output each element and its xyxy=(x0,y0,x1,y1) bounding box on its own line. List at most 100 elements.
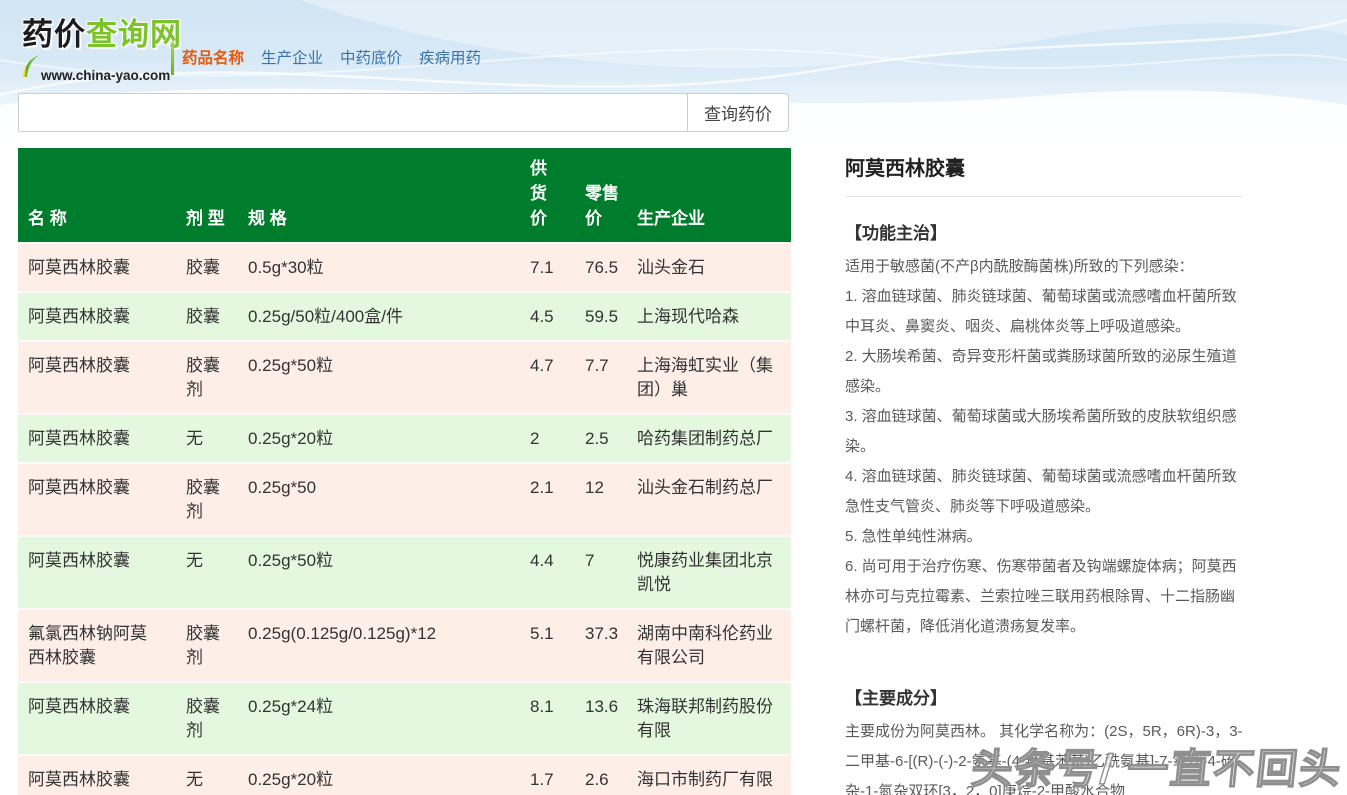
cell-supply-price: 4.5 xyxy=(530,293,585,340)
table-row: 阿莫西林胶囊 无 0.25g*50粒 4.4 7 悦康药业集团北京凯悦 xyxy=(18,535,791,608)
col-header-form: 剂 型 xyxy=(186,206,248,231)
main-nav: 药品名称 生产企业 中药底价 疾病用药 xyxy=(182,46,481,68)
cell-form: 胶囊剂 xyxy=(186,342,248,413)
search-bar: 查询药价 xyxy=(18,93,790,132)
cell-form: 胶囊剂 xyxy=(186,683,248,754)
section-heading-ingredients: 【主要成分】 xyxy=(845,684,1243,709)
cell-manufacturer: 哈药集团制药总厂 xyxy=(637,415,791,462)
cell-spec: 0.25g*20粒 xyxy=(248,756,530,795)
cell-manufacturer: 珠海联邦制药股份有限 xyxy=(637,683,791,754)
drug-detail-panel: 阿莫西林胶囊 【功能主治】 适用于敏感菌(不产β内酰胺酶菌株)所致的下列感染： … xyxy=(845,152,1243,795)
cell-form: 无 xyxy=(186,415,248,462)
cell-retail-price: 13.6 xyxy=(585,683,637,754)
table-row: 阿莫西林胶囊 无 0.25g*20粒 1.7 2.6 海口市制药厂有限公司 xyxy=(18,754,791,795)
cell-retail-price: 37.3 xyxy=(585,610,637,681)
cell-form: 无 xyxy=(186,537,248,608)
cell-supply-price: 8.1 xyxy=(530,683,585,754)
cell-drug-name: 阿莫西林胶囊 xyxy=(18,415,186,462)
cell-supply-price: 4.7 xyxy=(530,342,585,413)
cell-retail-price: 2.6 xyxy=(585,756,637,795)
logo-text-black: 药价 xyxy=(22,17,86,52)
cell-drug-name: 氟氯西林钠阿莫西林胶囊 xyxy=(18,610,186,681)
cell-supply-price: 5.1 xyxy=(530,610,585,681)
cell-form: 胶囊剂 xyxy=(186,464,248,535)
cell-drug-name: 阿莫西林胶囊 xyxy=(18,537,186,608)
site-logo-url-row: www.china-yao.com xyxy=(22,54,182,83)
cell-manufacturer: 汕头金石制药总厂 xyxy=(637,464,791,535)
cell-form: 胶囊剂 xyxy=(186,610,248,681)
cell-retail-price: 12 xyxy=(585,464,637,535)
cell-spec: 0.5g*30粒 xyxy=(248,244,530,291)
indications-intro: 适用于敏感菌(不产β内酰胺酶菌株)所致的下列感染： xyxy=(845,252,1243,282)
cell-manufacturer: 悦康药业集团北京凯悦 xyxy=(637,537,791,608)
col-header-supply-price: 供货价 xyxy=(530,156,585,231)
cell-retail-price: 59.5 xyxy=(585,293,637,340)
search-button[interactable]: 查询药价 xyxy=(687,93,789,132)
site-logo-url: www.china-yao.com xyxy=(41,68,170,83)
cell-supply-price: 7.1 xyxy=(530,244,585,291)
logo-swoosh-icon xyxy=(22,54,40,83)
indications-item-4: 4. 溶血链球菌、肺炎链球菌、葡萄球菌或流感嗜血杆菌所致急性支气管炎、肺炎等下呼… xyxy=(845,462,1243,522)
cell-drug-name: 阿莫西林胶囊 xyxy=(18,293,186,340)
cell-supply-price: 2.1 xyxy=(530,464,585,535)
nav-item-manufacturer[interactable]: 生产企业 xyxy=(261,46,323,68)
cell-drug-name: 阿莫西林胶囊 xyxy=(18,683,186,754)
cell-drug-name: 阿莫西林胶囊 xyxy=(18,342,186,413)
cell-spec: 0.25g*24粒 xyxy=(248,683,530,754)
cell-spec: 0.25g*50粒 xyxy=(248,537,530,608)
table-row: 阿莫西林胶囊 胶囊剂 0.25g*24粒 8.1 13.6 珠海联邦制药股份有限 xyxy=(18,681,791,754)
table-row: 阿莫西林胶囊 胶囊 0.5g*30粒 7.1 76.5 汕头金石 xyxy=(18,242,791,291)
cell-spec: 0.25g*20粒 xyxy=(248,415,530,462)
nav-item-tcm-base-price[interactable]: 中药底价 xyxy=(340,46,402,68)
indications-item-1: 1. 溶血链球菌、肺炎链球菌、葡萄球菌或流感嗜血杆菌所致中耳炎、鼻窦炎、咽炎、扁… xyxy=(845,282,1243,342)
indications-item-2: 2. 大肠埃希菌、奇异变形杆菌或粪肠球菌所致的泌尿生殖道感染。 xyxy=(845,342,1243,402)
table-row: 氟氯西林钠阿莫西林胶囊 胶囊剂 0.25g(0.125g/0.125g)*12 … xyxy=(18,608,791,681)
table-header-row: 名 称 剂 型 规 格 供货价 零售价 生产企业 xyxy=(18,148,791,242)
table-row: 阿莫西林胶囊 胶囊剂 0.25g*50 2.1 12 汕头金石制药总厂 xyxy=(18,462,791,535)
cell-supply-price: 4.4 xyxy=(530,537,585,608)
cell-manufacturer: 海口市制药厂有限公司 xyxy=(637,756,791,795)
cell-retail-price: 7.7 xyxy=(585,342,637,413)
cell-supply-price: 1.7 xyxy=(530,756,585,795)
table-row: 阿莫西林胶囊 胶囊剂 0.25g*50粒 4.7 7.7 上海海虹实业（集团）巢 xyxy=(18,340,791,413)
cell-retail-price: 76.5 xyxy=(585,244,637,291)
cell-spec: 0.25g*50粒 xyxy=(248,342,530,413)
cell-form: 胶囊 xyxy=(186,293,248,340)
cell-manufacturer: 上海海虹实业（集团）巢 xyxy=(637,342,791,413)
col-header-name: 名 称 xyxy=(18,206,186,231)
site-logo-title: 药价查询网 xyxy=(22,18,182,52)
indications-item-5: 5. 急性单纯性淋病。 xyxy=(845,522,1243,552)
section-heading-indications: 【功能主治】 xyxy=(845,219,1243,244)
cell-manufacturer: 湖南中南科伦药业有限公司 xyxy=(637,610,791,681)
drug-price-table: 名 称 剂 型 规 格 供货价 零售价 生产企业 阿莫西林胶囊 胶囊 0.5g*… xyxy=(18,148,791,795)
table-row: 阿莫西林胶囊 胶囊 0.25g/50粒/400盒/件 4.5 59.5 上海现代… xyxy=(18,291,791,340)
page: 药价查询网 www.china-yao.com 药品名称 生产企业 中药底价 疾… xyxy=(0,0,1347,795)
indications-item-6: 6. 尚可用于治疗伤寒、伤寒带菌者及钩端螺旋体病；阿莫西林亦可与克拉霉素、兰索拉… xyxy=(845,552,1243,642)
col-header-spec: 规 格 xyxy=(248,206,530,231)
nav-item-drug-name[interactable]: 药品名称 xyxy=(182,46,244,68)
cell-retail-price: 2.5 xyxy=(585,415,637,462)
search-input[interactable] xyxy=(18,93,688,132)
cell-manufacturer: 上海现代哈森 xyxy=(637,293,791,340)
logo-nav-divider xyxy=(171,42,174,75)
site-logo[interactable]: 药价查询网 www.china-yao.com xyxy=(22,18,182,83)
cell-drug-name: 阿莫西林胶囊 xyxy=(18,464,186,535)
cell-drug-name: 阿莫西林胶囊 xyxy=(18,756,186,795)
indications-item-3: 3. 溶血链球菌、葡萄球菌或大肠埃希菌所致的皮肤软组织感染。 xyxy=(845,402,1243,462)
cell-spec: 0.25g(0.125g/0.125g)*12 xyxy=(248,610,530,681)
cell-spec: 0.25g/50粒/400盒/件 xyxy=(248,293,530,340)
cell-spec: 0.25g*50 xyxy=(248,464,530,535)
col-header-retail-price: 零售价 xyxy=(585,181,637,231)
logo-text-green: 查询网 xyxy=(86,17,182,52)
drug-detail-title: 阿莫西林胶囊 xyxy=(845,152,1243,197)
cell-supply-price: 2 xyxy=(530,415,585,462)
cell-retail-price: 7 xyxy=(585,537,637,608)
nav-item-disease-medication[interactable]: 疾病用药 xyxy=(419,46,481,68)
table-row: 阿莫西林胶囊 无 0.25g*20粒 2 2.5 哈药集团制药总厂 xyxy=(18,413,791,462)
watermark-text: 头条号/ 一直不回头 xyxy=(969,735,1346,795)
cell-manufacturer: 汕头金石 xyxy=(637,244,791,291)
cell-form: 胶囊 xyxy=(186,244,248,291)
col-header-manufacturer: 生产企业 xyxy=(637,206,791,231)
cell-drug-name: 阿莫西林胶囊 xyxy=(18,244,186,291)
cell-form: 无 xyxy=(186,756,248,795)
